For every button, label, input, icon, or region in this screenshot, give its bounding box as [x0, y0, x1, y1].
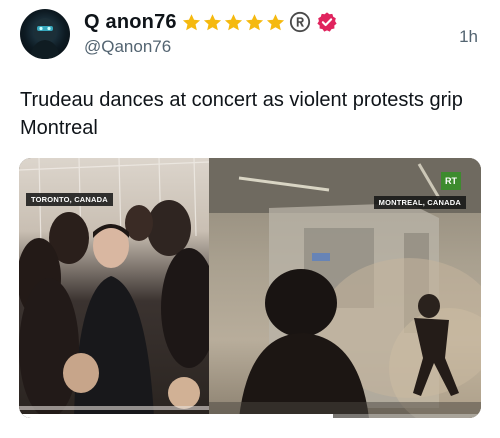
media-video[interactable]: TORONTO, CANADA RT MONTREAL, CANADA: [19, 158, 481, 418]
location-label-right: MONTREAL, CANADA: [373, 196, 466, 209]
video-progress-fill: [19, 414, 334, 418]
avatar[interactable]: [20, 9, 70, 59]
media-panel-right: RT MONTREAL, CANADA: [209, 158, 481, 418]
star-icon: [224, 13, 242, 30]
verified-badge-icon: [317, 12, 337, 32]
user-handle[interactable]: @Qanon76: [84, 37, 171, 57]
registered-icon: [289, 11, 310, 33]
tweet-text: Trudeau dances at concert as violent pro…: [20, 89, 463, 139]
name-row: Q anon76: [84, 9, 338, 35]
star-icon: [245, 13, 263, 30]
display-name[interactable]: Q anon76: [84, 11, 177, 34]
rt-logo: RT: [441, 172, 461, 190]
video-progress-bar[interactable]: [19, 414, 481, 418]
star-badges: [181, 12, 286, 33]
star-icon: [203, 13, 221, 30]
location-label-left: TORONTO, CANADA: [26, 193, 113, 206]
media-panel-left: TORONTO, CANADA: [19, 158, 209, 418]
tweet-card: Q anon76 @Qanon76 1h Trudeau dances at c…: [0, 0, 500, 438]
star-icon: [182, 13, 200, 30]
avatar-image: [30, 18, 60, 59]
star-icon: [266, 13, 284, 30]
post-timestamp[interactable]: 1h: [459, 27, 478, 47]
